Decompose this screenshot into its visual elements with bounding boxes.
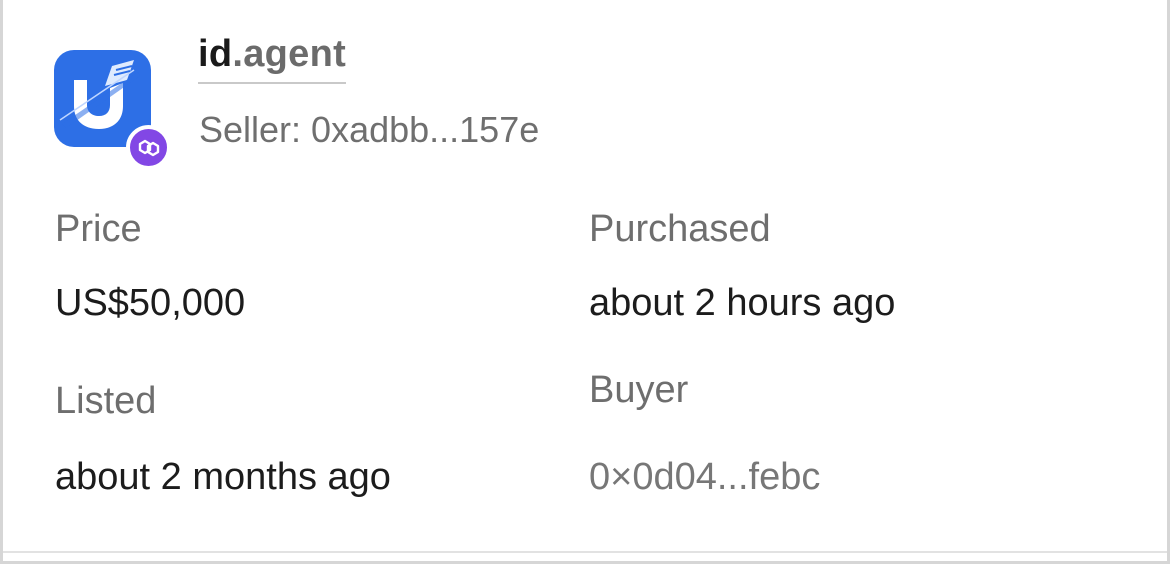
- seller-label: Seller:: [199, 109, 302, 150]
- price-value: US$50,000: [55, 282, 246, 324]
- domain-tld: .agent: [232, 33, 347, 75]
- purchased-label: Purchased: [589, 208, 771, 250]
- seller-address-link[interactable]: 0xadbb...157e: [311, 109, 539, 150]
- polygon-icon: [126, 125, 171, 170]
- domain-title-link[interactable]: id.agent: [198, 32, 347, 84]
- domain-name: id: [198, 33, 233, 75]
- listed-value: about 2 months ago: [55, 456, 391, 498]
- buyer-label: Buyer: [589, 369, 689, 411]
- buyer-address-link[interactable]: 0×0d04...febc: [589, 454, 820, 500]
- price-label: Price: [55, 208, 142, 250]
- sale-card: id.agent Seller: 0xadbb...157e Price US$5…: [0, 0, 1170, 564]
- listed-label: Listed: [55, 380, 157, 422]
- domain-avatar[interactable]: [54, 50, 174, 170]
- divider: [3, 551, 1167, 553]
- purchased-value: about 2 hours ago: [589, 282, 896, 324]
- seller-row: Seller: 0xadbb...157e: [199, 106, 539, 154]
